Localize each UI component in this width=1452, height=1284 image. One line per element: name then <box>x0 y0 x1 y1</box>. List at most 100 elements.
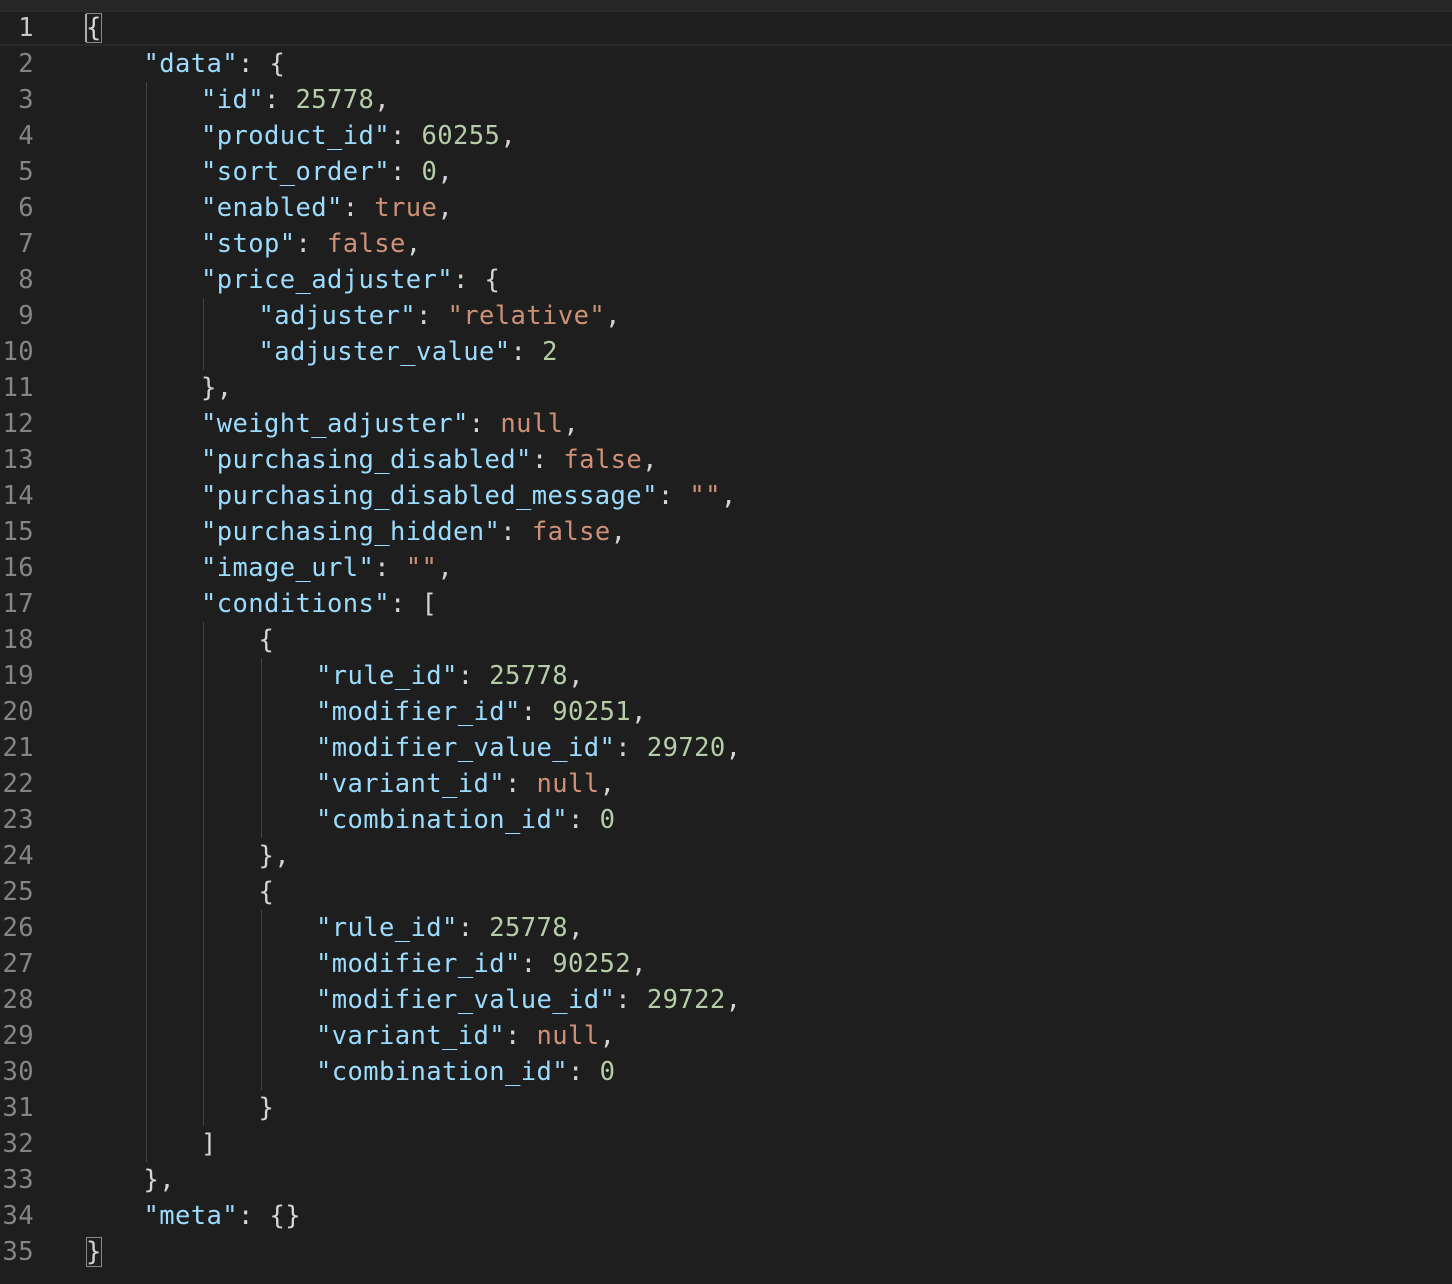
code-text[interactable]: "rule_id": 25778, <box>316 658 584 694</box>
code-line[interactable]: 27 "modifier_id": 90252, <box>0 946 1452 982</box>
code-text[interactable]: "purchasing_disabled": false, <box>201 442 658 478</box>
code-text[interactable]: { <box>86 10 102 46</box>
json-punctuation: : <box>520 949 553 979</box>
line-number: 7 <box>18 229 34 259</box>
code-text[interactable]: "combination_id": 0 <box>316 1054 615 1090</box>
code-line[interactable]: 30 "combination_id": 0 <box>0 1054 1452 1090</box>
json-punctuation: , <box>437 553 454 583</box>
json-number: 29720 <box>646 733 726 763</box>
code-line[interactable]: 35} <box>0 1234 1452 1270</box>
code-text[interactable]: "stop": false, <box>201 226 422 262</box>
line-number: 14 <box>2 481 34 511</box>
json-punctuation: , <box>500 121 517 151</box>
code-text[interactable]: "enabled": true, <box>201 190 453 226</box>
code-line[interactable]: 2 "data": { <box>0 46 1452 82</box>
json-key: "variant_id" <box>316 1021 506 1051</box>
code-text[interactable]: "meta": {} <box>144 1198 302 1234</box>
json-key: "enabled" <box>201 193 343 223</box>
code-text[interactable]: "variant_id": null, <box>316 1018 615 1054</box>
code-text[interactable]: "adjuster_value": 2 <box>259 334 558 370</box>
code-line[interactable]: 12 "weight_adjuster": null, <box>0 406 1452 442</box>
code-line[interactable]: 24}, <box>0 838 1452 874</box>
code-text[interactable]: ] <box>201 1126 217 1162</box>
code-text[interactable]: "modifier_id": 90251, <box>316 694 647 730</box>
code-line[interactable]: 7 "stop": false, <box>0 226 1452 262</box>
code-text[interactable]: "weight_adjuster": null, <box>201 406 579 442</box>
json-key: "combination_id" <box>316 1057 569 1087</box>
code-line[interactable]: 15 "purchasing_hidden": false, <box>0 514 1452 550</box>
code-line[interactable]: 6 "enabled": true, <box>0 190 1452 226</box>
code-text[interactable]: }, <box>259 838 291 874</box>
json-key: "rule_id" <box>316 913 458 943</box>
code-text[interactable]: { <box>259 622 275 658</box>
json-punctuation: , <box>437 193 454 223</box>
code-text[interactable]: "price_adjuster": { <box>201 262 500 298</box>
code-line[interactable]: 11}, <box>0 370 1452 406</box>
json-punctuation: : { <box>238 49 286 79</box>
code-text[interactable]: "adjuster": "relative", <box>259 298 621 334</box>
code-line[interactable]: 16 "image_url": "", <box>0 550 1452 586</box>
code-text[interactable]: "conditions": [ <box>201 586 437 622</box>
json-number: 29722 <box>646 985 726 1015</box>
code-text[interactable]: "variant_id": null, <box>316 766 615 802</box>
json-punctuation: : <box>457 913 490 943</box>
line-number: 34 <box>2 1201 34 1231</box>
json-key: "stop" <box>201 229 296 259</box>
code-line[interactable]: 20 "modifier_id": 90251, <box>0 694 1452 730</box>
code-text[interactable]: "id": 25778, <box>201 82 390 118</box>
code-editor[interactable]: 1{2 "data": {3 "id": 25778, 4 "product_id": … <box>0 0 1452 1284</box>
code-line[interactable]: 23 "combination_id": 0 <box>0 802 1452 838</box>
json-punctuation: }, <box>143 1165 176 1195</box>
code-line[interactable]: 26 "rule_id": 25778, <box>0 910 1452 946</box>
code-line[interactable]: 3 "id": 25778, <box>0 82 1452 118</box>
line-number: 30 <box>2 1057 34 1087</box>
line-number: 33 <box>2 1165 34 1195</box>
code-line[interactable]: 5 "sort_order": 0, <box>0 154 1452 190</box>
code-text[interactable]: "combination_id": 0 <box>316 802 615 838</box>
code-line[interactable]: 18 { <box>0 622 1452 658</box>
code-line[interactable]: 34 "meta": {} <box>0 1198 1452 1234</box>
code-line[interactable]: 21 "modifier_value_id": 29720, <box>0 730 1452 766</box>
code-text[interactable]: "product_id": 60255, <box>201 118 516 154</box>
code-text[interactable]: "rule_id": 25778, <box>316 910 584 946</box>
code-text[interactable]: "data": { <box>144 46 286 82</box>
json-punctuation: , <box>599 769 616 799</box>
code-line[interactable]: 4 "product_id": 60255, <box>0 118 1452 154</box>
code-line[interactable]: 9 "adjuster": "relative", <box>0 298 1452 334</box>
code-text[interactable]: "purchasing_disabled_message": "", <box>201 478 737 514</box>
code-line[interactable]: 8 "price_adjuster": { <box>0 262 1452 298</box>
code-line[interactable]: 19 "rule_id": 25778, <box>0 658 1452 694</box>
json-punctuation: : <box>568 1057 600 1087</box>
code-line[interactable]: 13 "purchasing_disabled": false, <box>0 442 1452 478</box>
code-line[interactable]: 31} <box>0 1090 1452 1126</box>
code-text[interactable]: }, <box>144 1162 176 1198</box>
code-text[interactable]: "image_url": "", <box>201 550 453 586</box>
json-key: "purchasing_disabled_message" <box>201 481 658 511</box>
line-number: 29 <box>2 1021 34 1051</box>
code-line[interactable]: 33}, <box>0 1162 1452 1198</box>
code-lines[interactable]: 1{2 "data": {3 "id": 25778, 4 "product_id": … <box>0 10 1452 1270</box>
json-punctuation: }, <box>201 373 233 403</box>
code-text[interactable]: "purchasing_hidden": false, <box>201 514 626 550</box>
code-text[interactable]: "sort_order": 0, <box>201 154 453 190</box>
code-text[interactable]: }, <box>201 370 233 406</box>
line-number: 6 <box>18 193 34 223</box>
code-line[interactable]: 28 "modifier_value_id": 29722, <box>0 982 1452 1018</box>
code-text[interactable]: "modifier_value_id": 29722, <box>316 982 741 1018</box>
code-text[interactable]: } <box>86 1234 102 1270</box>
line-number: 13 <box>2 445 34 475</box>
code-line[interactable]: 25 { <box>0 874 1452 910</box>
code-line[interactable]: 22 "variant_id": null, <box>0 766 1452 802</box>
code-line[interactable]: 17 "conditions": [ <box>0 586 1452 622</box>
line-number: 23 <box>2 805 34 835</box>
code-line[interactable]: 14 "purchasing_disabled_message": "", <box>0 478 1452 514</box>
code-text[interactable]: { <box>259 874 275 910</box>
code-line[interactable]: 10 "adjuster_value": 2 <box>0 334 1452 370</box>
code-text[interactable]: "modifier_value_id": 29720, <box>316 730 741 766</box>
code-line[interactable]: 29 "variant_id": null, <box>0 1018 1452 1054</box>
line-number: 8 <box>18 265 34 295</box>
code-line[interactable]: 32] <box>0 1126 1452 1162</box>
code-text[interactable]: } <box>259 1090 275 1126</box>
code-line[interactable]: 1{ <box>0 10 1452 46</box>
code-text[interactable]: "modifier_id": 90252, <box>316 946 647 982</box>
